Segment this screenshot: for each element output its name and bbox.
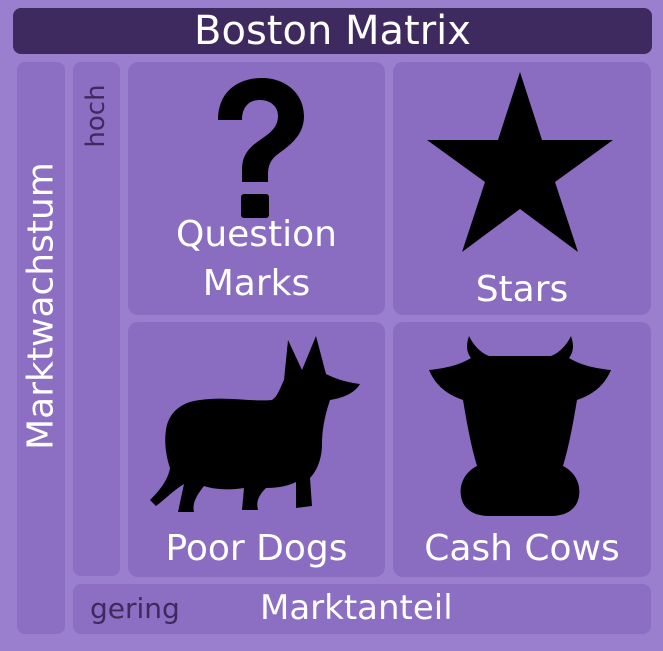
quadrant-question-marks: Question Marks <box>128 62 385 315</box>
quadrant-cash-cows: Cash Cows <box>393 322 651 577</box>
y-axis-high-label: hoch <box>81 84 111 148</box>
x-axis-label: Marktanteil <box>260 588 453 628</box>
question-mark-icon <box>218 78 304 218</box>
cow-icon <box>429 336 611 516</box>
quadrant-poor-dogs: Poor Dogs <box>128 322 385 577</box>
quadrant-label: Stars <box>475 269 569 310</box>
quadrant-label: Cash Cows <box>424 528 620 569</box>
x-axis-low-label: gering <box>90 592 180 625</box>
quadrant-stars: Stars <box>393 62 651 315</box>
quadrant-label-line2: Marks <box>202 263 311 304</box>
matrix-title: Boston Matrix <box>13 8 652 54</box>
quadrant-label-line1: Question <box>175 214 337 255</box>
star-icon <box>427 72 613 252</box>
quadrant-label: Poor Dogs <box>165 528 348 569</box>
y-axis-label: Marktwachstum <box>20 162 62 450</box>
dog-icon <box>150 336 360 512</box>
